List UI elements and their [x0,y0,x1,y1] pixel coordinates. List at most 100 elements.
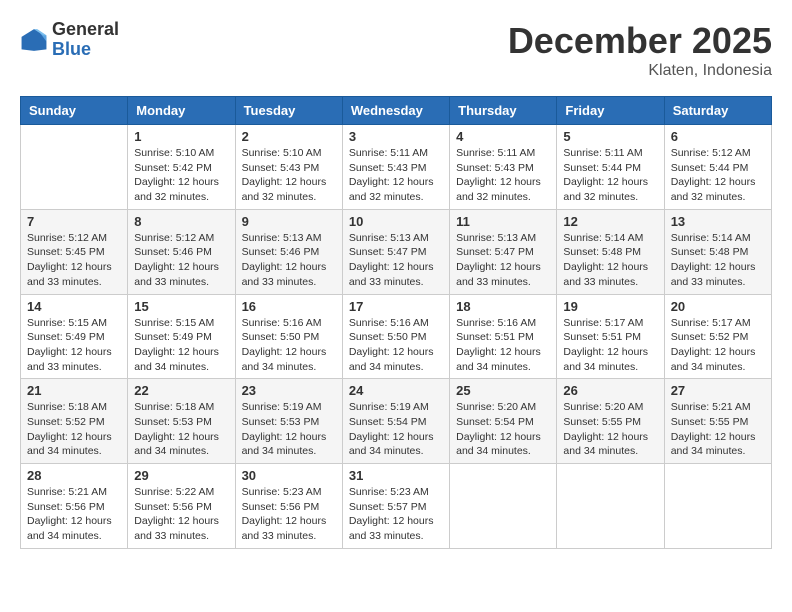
day-number: 2 [242,129,336,144]
week-row-4: 21 Sunrise: 5:18 AM Sunset: 5:52 PM Dayli… [21,379,772,464]
calendar-cell: 11Sunrise: 5:13 AM Sunset: 5:47 PM Dayli… [450,209,557,294]
month-title: December 2025 [508,20,772,62]
day-number: 27 [671,383,765,398]
calendar-cell: 21 Sunrise: 5:18 AM Sunset: 5:52 PM Dayli… [21,379,128,464]
weekday-header-friday: Friday [557,97,664,125]
calendar-cell: 18Sunrise: 5:16 AM Sunset: 5:51 PM Dayli… [450,294,557,379]
calendar-cell: 8 Sunrise: 5:12 AM Sunset: 5:46 PM Daylig… [128,209,235,294]
day-number: 18 [456,299,550,314]
calendar-cell: 27 Sunrise: 5:21 AM Sunset: 5:55 PM Dayli… [664,379,771,464]
day-info: Sunrise: 5:14 AM Sunset: 5:48 PM Dayligh… [563,231,657,290]
calendar-cell: 20Sunrise: 5:17 AM Sunset: 5:52 PM Dayli… [664,294,771,379]
day-info: Sunrise: 5:12 AM Sunset: 5:45 PM Dayligh… [27,231,121,290]
calendar-cell: 5 Sunrise: 5:11 AM Sunset: 5:44 PM Daylig… [557,125,664,210]
day-number: 10 [349,214,443,229]
day-number: 6 [671,129,765,144]
day-number: 3 [349,129,443,144]
calendar-cell: 26 Sunrise: 5:20 AM Sunset: 5:55 PM Dayli… [557,379,664,464]
day-number: 29 [134,468,228,483]
day-number: 5 [563,129,657,144]
calendar-cell: 15 Sunrise: 5:15 AM Sunset: 5:49 PM Dayli… [128,294,235,379]
day-info: Sunrise: 5:10 AM Sunset: 5:42 PM Dayligh… [134,146,228,205]
logo-icon [20,26,48,54]
day-number: 24 [349,383,443,398]
calendar-cell: 29 Sunrise: 5:22 AM Sunset: 5:56 PM Dayli… [128,464,235,549]
day-number: 15 [134,299,228,314]
weekday-header-row: SundayMondayTuesdayWednesdayThursdayFrid… [21,97,772,125]
calendar-cell: 28 Sunrise: 5:21 AM Sunset: 5:56 PM Dayli… [21,464,128,549]
day-info: Sunrise: 5:20 AM Sunset: 5:55 PM Dayligh… [563,400,657,459]
day-number: 11 [456,214,550,229]
day-info: Sunrise: 5:15 AM Sunset: 5:49 PM Dayligh… [134,316,228,375]
logo-general-text: General [52,20,119,40]
day-number: 13 [671,214,765,229]
day-info: Sunrise: 5:23 AM Sunset: 5:57 PM Dayligh… [349,485,443,544]
day-info: Sunrise: 5:19 AM Sunset: 5:54 PM Dayligh… [349,400,443,459]
logo: General Blue [20,20,119,60]
day-info: Sunrise: 5:21 AM Sunset: 5:56 PM Dayligh… [27,485,121,544]
calendar-cell [557,464,664,549]
weekday-header-sunday: Sunday [21,97,128,125]
day-info: Sunrise: 5:22 AM Sunset: 5:56 PM Dayligh… [134,485,228,544]
day-number: 23 [242,383,336,398]
week-row-2: 7 Sunrise: 5:12 AM Sunset: 5:45 PM Daylig… [21,209,772,294]
calendar-cell [450,464,557,549]
day-info: Sunrise: 5:23 AM Sunset: 5:56 PM Dayligh… [242,485,336,544]
calendar-cell: 2 Sunrise: 5:10 AM Sunset: 5:43 PM Daylig… [235,125,342,210]
calendar-cell: 6 Sunrise: 5:12 AM Sunset: 5:44 PM Daylig… [664,125,771,210]
calendar-cell: 30 Sunrise: 5:23 AM Sunset: 5:56 PM Dayli… [235,464,342,549]
location: Klaten, Indonesia [508,62,772,80]
title-area: December 2025 Klaten, Indonesia [508,20,772,80]
day-info: Sunrise: 5:20 AM Sunset: 5:54 PM Dayligh… [456,400,550,459]
calendar-table: SundayMondayTuesdayWednesdayThursdayFrid… [20,96,772,549]
day-number: 12 [563,214,657,229]
page-header: General Blue December 2025 Klaten, Indon… [20,20,772,80]
calendar-cell [664,464,771,549]
day-info: Sunrise: 5:19 AM Sunset: 5:53 PM Dayligh… [242,400,336,459]
day-info: Sunrise: 5:11 AM Sunset: 5:44 PM Dayligh… [563,146,657,205]
calendar-cell: 14Sunrise: 5:15 AM Sunset: 5:49 PM Dayli… [21,294,128,379]
calendar-cell: 13Sunrise: 5:14 AM Sunset: 5:48 PM Dayli… [664,209,771,294]
day-number: 28 [27,468,121,483]
day-info: Sunrise: 5:12 AM Sunset: 5:46 PM Dayligh… [134,231,228,290]
day-number: 7 [27,214,121,229]
day-info: Sunrise: 5:17 AM Sunset: 5:51 PM Dayligh… [563,316,657,375]
day-number: 1 [134,129,228,144]
day-number: 17 [349,299,443,314]
calendar-cell: 25 Sunrise: 5:20 AM Sunset: 5:54 PM Dayli… [450,379,557,464]
day-number: 22 [134,383,228,398]
week-row-3: 14 Sunrise: 5:15 AM Sunset: 5:49 PM Dayli… [21,294,772,379]
day-number: 19 [563,299,657,314]
weekday-header-thursday: Thursday [450,97,557,125]
calendar-cell: 16Sunrise: 5:16 AM Sunset: 5:50 PM Dayli… [235,294,342,379]
day-number: 25 [456,383,550,398]
day-number: 9 [242,214,336,229]
weekday-header-monday: Monday [128,97,235,125]
calendar-cell: 9 Sunrise: 5:13 AM Sunset: 5:46 PM Daylig… [235,209,342,294]
week-row-1: 1 Sunrise: 5:10 AM Sunset: 5:42 PM Daylig… [21,125,772,210]
day-info: Sunrise: 5:12 AM Sunset: 5:44 PM Dayligh… [671,146,765,205]
day-number: 26 [563,383,657,398]
calendar-cell: 12 Sunrise: 5:14 AM Sunset: 5:48 PM Dayli… [557,209,664,294]
calendar-cell: 22 Sunrise: 5:18 AM Sunset: 5:53 PM Dayli… [128,379,235,464]
calendar-cell: 31 Sunrise: 5:23 AM Sunset: 5:57 PM Dayli… [342,464,449,549]
day-number: 8 [134,214,228,229]
logo-blue-text: Blue [52,40,119,60]
calendar-cell: 7 Sunrise: 5:12 AM Sunset: 5:45 PM Daylig… [21,209,128,294]
weekday-header-wednesday: Wednesday [342,97,449,125]
day-info: Sunrise: 5:10 AM Sunset: 5:43 PM Dayligh… [242,146,336,205]
day-info: Sunrise: 5:13 AM Sunset: 5:46 PM Dayligh… [242,231,336,290]
calendar-cell: 10Sunrise: 5:13 AM Sunset: 5:47 PM Dayli… [342,209,449,294]
logo-text: General Blue [52,20,119,60]
day-info: Sunrise: 5:18 AM Sunset: 5:52 PM Dayligh… [27,400,121,459]
calendar-cell: 4Sunrise: 5:11 AM Sunset: 5:43 PM Daylig… [450,125,557,210]
day-number: 21 [27,383,121,398]
day-info: Sunrise: 5:11 AM Sunset: 5:43 PM Dayligh… [456,146,550,205]
day-number: 30 [242,468,336,483]
day-number: 16 [242,299,336,314]
calendar-cell: 19 Sunrise: 5:17 AM Sunset: 5:51 PM Dayli… [557,294,664,379]
day-number: 31 [349,468,443,483]
day-info: Sunrise: 5:21 AM Sunset: 5:55 PM Dayligh… [671,400,765,459]
day-info: Sunrise: 5:18 AM Sunset: 5:53 PM Dayligh… [134,400,228,459]
day-number: 14 [27,299,121,314]
